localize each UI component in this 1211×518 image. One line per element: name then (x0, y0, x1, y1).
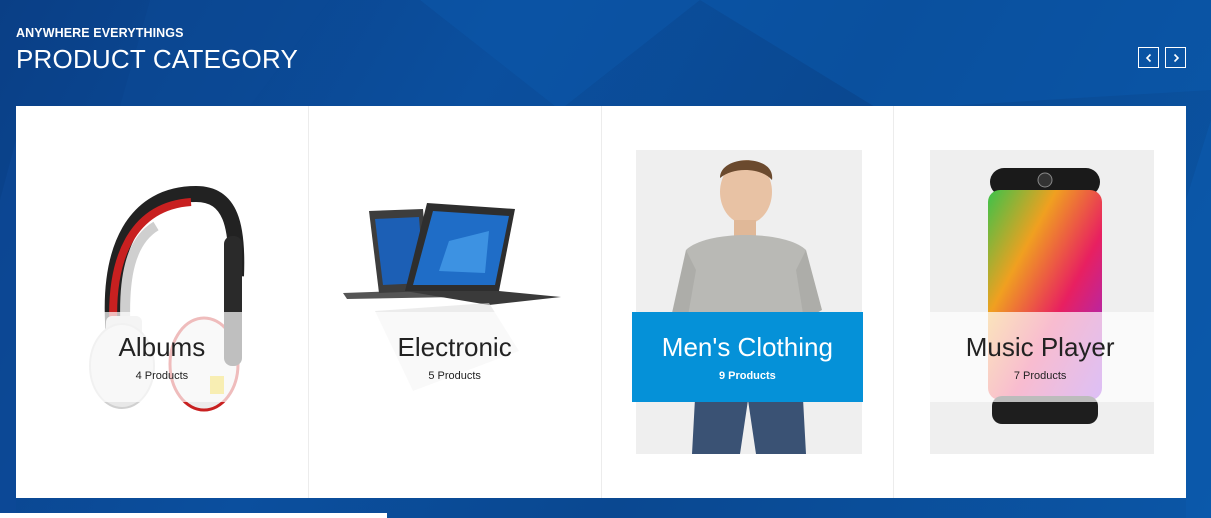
man-in-sweater-image (635, 150, 862, 454)
category-card-albums[interactable]: Albums 4 Products (16, 106, 309, 498)
category-name[interactable]: Albums (119, 332, 206, 362)
category-overlay: Albums 4 Products (46, 312, 278, 402)
chevron-left-icon (1145, 53, 1151, 62)
section-subtitle: ANYWHERE EVERYTHINGS (16, 26, 184, 40)
category-name[interactable]: Music Player (966, 332, 1115, 362)
section-title: PRODUCT CATEGORY (16, 44, 299, 74)
category-name[interactable]: Men's Clothing (662, 332, 833, 362)
category-overlay-active: Men's Clothing 9 Products (631, 312, 864, 402)
category-card-mens-clothing[interactable]: Men's Clothing 9 Products (602, 106, 895, 498)
category-carousel: Albums 4 Products Electronic 5 Products (16, 106, 1186, 498)
section-header: ANYWHERE EVERYTHINGS PRODUCT CATEGORY (16, 26, 298, 75)
category-card-music-player[interactable]: Music Player 7 Products (894, 106, 1186, 498)
speaker-image (930, 150, 1155, 454)
prev-button[interactable] (1138, 47, 1159, 68)
category-overlay: Music Player 7 Products (924, 312, 1156, 402)
category-count: 4 Products (135, 370, 189, 382)
next-button[interactable] (1165, 47, 1186, 68)
category-overlay: Electronic 5 Products (338, 312, 571, 402)
chevron-right-icon (1173, 53, 1179, 62)
category-count: 5 Products (428, 370, 481, 382)
carousel-nav (1138, 47, 1186, 68)
category-card-electronic[interactable]: Electronic 5 Products (309, 106, 602, 498)
category-name[interactable]: Electronic (398, 332, 512, 362)
category-count: 7 Products (1013, 370, 1067, 382)
category-count: 9 Products (718, 370, 776, 382)
bottom-bar (0, 513, 387, 518)
